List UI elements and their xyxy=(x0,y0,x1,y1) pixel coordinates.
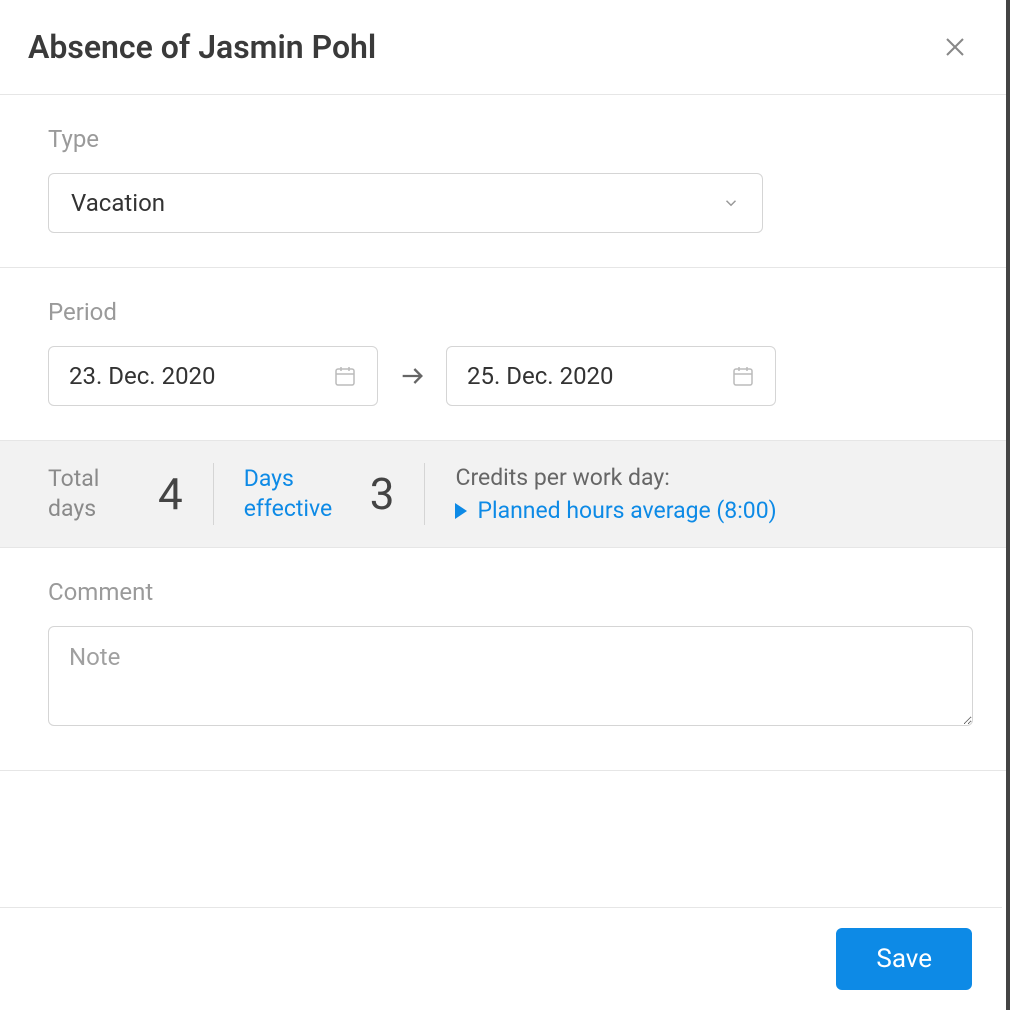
end-date-input[interactable]: 25. Dec. 2020 xyxy=(446,346,776,406)
calendar-icon xyxy=(333,364,357,388)
stats-bar: Total days 4 Days effective 3 Credits pe… xyxy=(0,441,1006,548)
total-days-label: Total days xyxy=(48,464,140,524)
divider xyxy=(213,463,214,525)
save-button[interactable]: Save xyxy=(836,928,972,990)
period-section: Period 23. Dec. 2020 25. Dec. 2020 xyxy=(0,268,1006,441)
close-icon xyxy=(943,35,967,59)
period-label: Period xyxy=(48,298,966,326)
credits-block: Credits per work day: Planned hours aver… xyxy=(455,464,776,524)
days-effective-value: 3 xyxy=(370,468,395,520)
close-button[interactable] xyxy=(939,31,971,63)
start-date-value: 23. Dec. 2020 xyxy=(69,362,216,390)
chevron-down-icon xyxy=(722,194,740,212)
total-days-block: Total days 4 xyxy=(48,464,183,524)
credits-link-text: Planned hours average (8:00) xyxy=(477,497,776,524)
end-date-value: 25. Dec. 2020 xyxy=(467,362,614,390)
days-effective-block: Days effective 3 xyxy=(244,464,395,524)
type-section: Type Vacation xyxy=(0,95,1006,268)
comment-label: Comment xyxy=(48,578,966,606)
dialog-title: Absence of Jasmin Pohl xyxy=(28,28,376,66)
absence-dialog: Absence of Jasmin Pohl Type Vacation Per… xyxy=(0,0,1010,1010)
days-effective-label[interactable]: Days effective xyxy=(244,464,352,524)
calendar-icon xyxy=(731,364,755,388)
credits-link[interactable]: Planned hours average (8:00) xyxy=(455,497,776,524)
credits-label: Credits per work day: xyxy=(455,464,776,491)
divider xyxy=(424,463,425,525)
comment-input[interactable] xyxy=(48,626,973,726)
dialog-footer: Save xyxy=(0,907,1002,1010)
start-date-input[interactable]: 23. Dec. 2020 xyxy=(48,346,378,406)
type-select[interactable]: Vacation xyxy=(48,173,763,233)
dialog-header: Absence of Jasmin Pohl xyxy=(0,0,1006,95)
total-days-value: 4 xyxy=(158,468,183,520)
type-select-value: Vacation xyxy=(71,189,165,217)
type-label: Type xyxy=(48,125,966,153)
arrow-right-icon xyxy=(398,362,426,390)
comment-section: Comment xyxy=(0,548,1006,771)
play-icon xyxy=(455,503,467,519)
